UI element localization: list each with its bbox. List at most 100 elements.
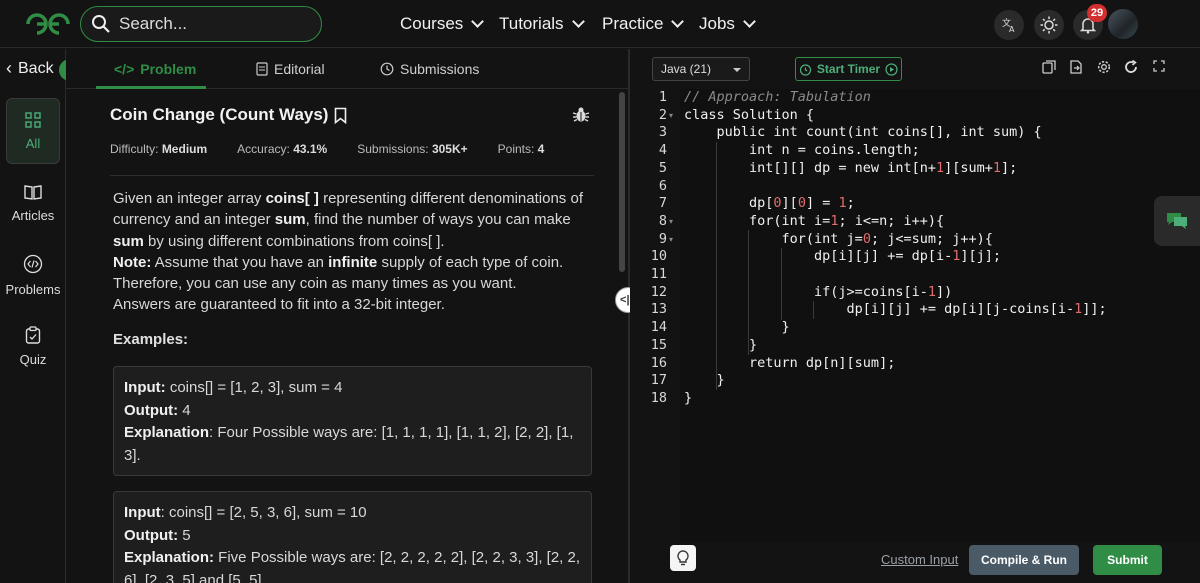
accuracy-label: Accuracy:: [237, 142, 290, 156]
search-input[interactable]: Search...: [119, 14, 187, 34]
back-label: Back: [18, 59, 54, 77]
back-button[interactable]: ‹ Back: [6, 58, 54, 79]
code-icon: [23, 254, 43, 273]
example-input: Input: coins[] = [2, 5, 3, 6], sum = 10: [124, 502, 581, 525]
start-timer-button[interactable]: Start Timer: [795, 57, 902, 81]
reset-icon[interactable]: [1124, 60, 1138, 74]
nav-courses[interactable]: Courses: [400, 14, 485, 34]
nav-label: Jobs: [699, 14, 735, 33]
line-number: 5: [658, 159, 667, 176]
input-label: Input: [124, 504, 161, 521]
fold-arrow-icon[interactable]: ▾: [669, 235, 673, 244]
points-label: Points:: [497, 142, 535, 156]
svg-text:A: A: [1009, 25, 1015, 33]
line-number: 3: [658, 124, 667, 141]
grid-icon: [25, 111, 41, 128]
tab-label: Problem: [140, 61, 197, 77]
desc-text: , find the number of ways you can make: [305, 211, 571, 229]
tab-editorial[interactable]: Editorial: [256, 61, 325, 77]
difficulty: Difficulty: Medium: [110, 142, 207, 156]
line-number: 17: [650, 372, 667, 389]
example-output: Output: 4: [124, 400, 581, 423]
submissions-value: 305K+: [431, 142, 468, 156]
fold-arrow-icon[interactable]: ▾: [669, 111, 673, 120]
code-line: return dp[n][sum];: [684, 354, 896, 371]
line-number: 6: [658, 177, 667, 194]
line-number: 16: [650, 354, 667, 371]
sidebar-item-problems[interactable]: Problems: [6, 242, 60, 308]
lightbulb-icon[interactable]: [670, 545, 696, 571]
desc-bold: coins[ ]: [265, 190, 319, 207]
chevron-down-icon: [671, 15, 685, 28]
clipboard-icon: [25, 325, 41, 344]
sidebar-item-all[interactable]: All: [6, 98, 60, 164]
bug-report-icon[interactable]: [572, 105, 590, 123]
nav-label: Practice: [602, 14, 664, 33]
gfg-logo[interactable]: [24, 11, 72, 37]
translate-icon[interactable]: 文A: [994, 10, 1024, 40]
language-select[interactable]: Java (21): [652, 57, 750, 81]
code-line: dp[0][0] = 1;: [684, 195, 855, 212]
bookmark-icon[interactable]: [334, 107, 347, 124]
tab-submissions[interactable]: Submissions: [380, 61, 479, 77]
output-value: 4: [178, 401, 191, 419]
input-label: Input:: [124, 379, 166, 396]
code-line: dp[i][j] += dp[i-1][j];: [684, 248, 1001, 265]
timer-label: Start Timer: [816, 62, 881, 76]
line-number: 1: [658, 89, 667, 105]
notification-badge: 29: [1087, 4, 1107, 22]
copy-icon[interactable]: [1042, 60, 1056, 74]
example-output: Output: 5: [124, 525, 581, 548]
compile-run-button[interactable]: Compile & Run: [969, 545, 1079, 575]
accuracy-value: 43.1%: [293, 142, 328, 156]
nav-label: Courses: [400, 14, 464, 33]
output-label: Output:: [124, 401, 179, 419]
clock-icon: [380, 62, 394, 76]
desc-text: Given an integer array: [113, 190, 266, 207]
code-line: if(j>=coins[i-1]): [684, 283, 953, 300]
theme-toggle-icon[interactable]: [1034, 10, 1064, 40]
desc-bold: infinite: [328, 253, 378, 271]
nav-label: Tutorials: [499, 14, 564, 33]
line-number: 15: [650, 336, 667, 353]
caret-down-icon: [733, 68, 741, 72]
nav-tutorials[interactable]: Tutorials: [499, 14, 585, 34]
scrollbar-thumb[interactable]: [619, 92, 625, 272]
code-line: for(int i=1; i<=n; i++){: [684, 212, 945, 229]
sidebar-item-quiz[interactable]: Quiz: [6, 313, 60, 379]
desc-text: by using different combinations from coi…: [143, 232, 445, 250]
settings-icon[interactable]: [1097, 60, 1111, 74]
sidebar-item-label: Problems: [5, 281, 61, 297]
desc-bold: sum: [274, 211, 306, 229]
submit-button[interactable]: Submit: [1093, 545, 1162, 575]
sidebar-item-label: Articles: [11, 207, 55, 223]
line-number: 4: [658, 142, 667, 159]
line-number: 10: [650, 248, 667, 265]
example-explanation: Explanation: Four Possible ways are: [1,…: [124, 422, 581, 467]
sidebar-item-articles[interactable]: Articles: [6, 170, 60, 236]
input-value: coins[] = [1, 2, 3], sum = 4: [165, 379, 343, 396]
examples-heading: Examples:: [113, 331, 189, 348]
search-box[interactable]: Search...: [80, 6, 322, 42]
divider: [110, 175, 594, 176]
tab-problem[interactable]: </> Problem: [114, 61, 196, 77]
custom-input-link[interactable]: Custom Input: [881, 552, 958, 567]
fullscreen-icon[interactable]: [1153, 60, 1165, 72]
chat-button[interactable]: [1154, 196, 1200, 246]
code-brackets-icon: </>: [114, 61, 135, 77]
sidebar-item-label: All: [25, 135, 41, 151]
tab-label: Submissions: [400, 61, 480, 77]
code-line: }: [684, 336, 758, 353]
nav-jobs[interactable]: Jobs: [699, 14, 756, 34]
indent-guide: [716, 142, 717, 390]
avatar[interactable]: [1108, 9, 1138, 39]
line-number: 11: [650, 266, 667, 282]
fold-arrow-icon[interactable]: ▾: [669, 217, 673, 226]
example-explanation: Explanation: Five Possible ways are: [2,…: [124, 547, 581, 583]
code-line: }: [684, 372, 725, 389]
nav-practice[interactable]: Practice: [602, 14, 685, 34]
output-value: 5: [178, 526, 191, 544]
upload-file-icon[interactable]: [1069, 60, 1083, 74]
code-line: public int count(int coins[], int sum) {: [684, 124, 1042, 141]
explanation-label: Explanation:: [124, 549, 215, 566]
